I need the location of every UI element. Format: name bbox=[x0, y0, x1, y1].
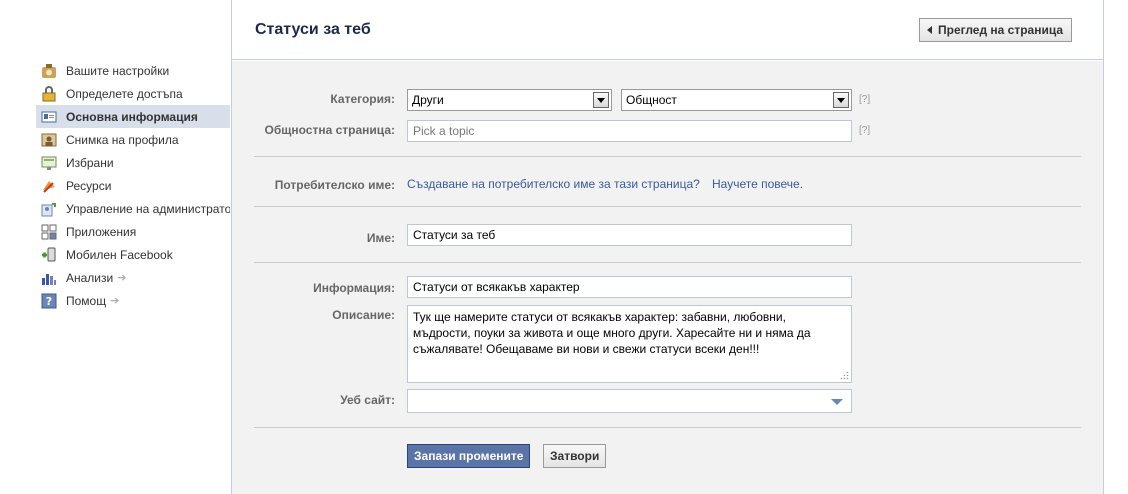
profile-picture-icon bbox=[41, 133, 57, 146]
community-page-label: Общностна страница: bbox=[264, 123, 395, 137]
name-label: Име: bbox=[366, 231, 395, 245]
view-page-button[interactable]: Преглед на страница bbox=[919, 18, 1073, 42]
username-label: Потребителско име: bbox=[274, 178, 395, 192]
sidebar-item-profile-picture[interactable]: Снимка на профила bbox=[36, 128, 230, 151]
sidebar-item-apps[interactable]: Приложения bbox=[36, 220, 230, 243]
resources-icon bbox=[43, 180, 55, 193]
basic-info-form: Категория: Други Общност [?] Общностна с… bbox=[232, 61, 1103, 494]
name-input[interactable]: Статуси за теб bbox=[407, 224, 852, 246]
category-label: Категория: bbox=[330, 92, 395, 106]
help-icon: ? bbox=[41, 293, 57, 308]
main-panel: Статуси за теб Преглед на страница Катег… bbox=[231, 0, 1104, 494]
dropdown-arrow-icon bbox=[833, 92, 849, 108]
featured-icon bbox=[41, 156, 57, 170]
sidebar-item-help[interactable]: ? Помощ ➔ bbox=[36, 289, 230, 312]
divider bbox=[254, 206, 1081, 207]
website-input[interactable] bbox=[407, 389, 852, 413]
description-line: мъдрости, поуки за живота и още много др… bbox=[413, 326, 811, 340]
apps-icon bbox=[41, 224, 57, 239]
svg-text:?: ? bbox=[46, 295, 52, 308]
website-label: Уеб сайт: bbox=[340, 393, 395, 407]
dropdown-arrow-icon bbox=[593, 92, 609, 108]
sidebar-item-mobile[interactable]: Мобилен Facebook bbox=[36, 243, 230, 266]
divider bbox=[254, 262, 1081, 263]
info-input[interactable]: Статуси от всякакъв характер bbox=[407, 276, 852, 298]
view-page-label: Преглед на страница bbox=[938, 23, 1064, 37]
resize-handle-icon[interactable] bbox=[840, 371, 849, 380]
divider bbox=[254, 427, 1081, 428]
create-username-link[interactable]: Създаване на потребителско име за тази с… bbox=[407, 177, 700, 191]
description-textarea[interactable]: Тук ще намерите статуси от всякакъв хара… bbox=[407, 305, 852, 383]
lock-icon bbox=[42, 85, 56, 101]
subcategory-select[interactable]: Общност bbox=[621, 89, 852, 111]
subcategory-value: Общност bbox=[626, 93, 677, 107]
page-header: Статуси за теб Преглед на страница bbox=[232, 0, 1103, 60]
sidebar-item-settings[interactable]: Вашите настройки bbox=[36, 59, 230, 82]
page-title: Статуси за теб bbox=[255, 21, 371, 38]
description-label: Описание: bbox=[332, 308, 395, 322]
close-button[interactable]: Затвори bbox=[543, 444, 607, 468]
sidebar-item-featured[interactable]: Избрани bbox=[36, 151, 230, 174]
admins-icon bbox=[41, 202, 56, 216]
category-value: Други bbox=[412, 93, 444, 107]
divider bbox=[254, 156, 1081, 157]
sidebar-item-resources[interactable]: Ресурси bbox=[36, 174, 230, 197]
arrow-right-icon: ➔ bbox=[110, 295, 120, 307]
category-select[interactable]: Други bbox=[407, 89, 612, 111]
learn-more-link[interactable]: Научете повече. bbox=[712, 177, 803, 191]
info-label: Информация: bbox=[313, 281, 395, 295]
settings-icon bbox=[42, 63, 56, 78]
description-line: съжалявате! Обещаваме ви нови и свежи ст… bbox=[413, 342, 760, 356]
community-help-link[interactable]: [?] bbox=[859, 125, 870, 136]
sidebar-item-insights[interactable]: Анализи ➔ bbox=[36, 266, 230, 289]
info-card-icon bbox=[41, 111, 57, 122]
save-changes-button[interactable]: Запази промените bbox=[407, 444, 531, 468]
insights-icon bbox=[42, 273, 56, 285]
description-line: Тук ще намерите статуси от всякакъв хара… bbox=[413, 310, 786, 324]
category-help-link[interactable]: [?] bbox=[859, 94, 870, 105]
arrow-right-icon: ➔ bbox=[117, 272, 127, 284]
dropdown-arrow-icon[interactable] bbox=[831, 399, 843, 405]
sidebar-nav: Вашите настройки Определете достъпа Осно… bbox=[36, 59, 230, 312]
sidebar-item-manage-admins[interactable]: Управление на администраторите bbox=[36, 197, 230, 220]
sidebar-item-basic-info[interactable]: Основна информация bbox=[36, 105, 230, 128]
triangle-left-icon bbox=[927, 26, 932, 34]
mobile-icon bbox=[42, 247, 56, 261]
community-page-input[interactable]: Pick a topic bbox=[407, 120, 852, 142]
sidebar-item-permissions[interactable]: Определете достъпа bbox=[36, 82, 230, 105]
